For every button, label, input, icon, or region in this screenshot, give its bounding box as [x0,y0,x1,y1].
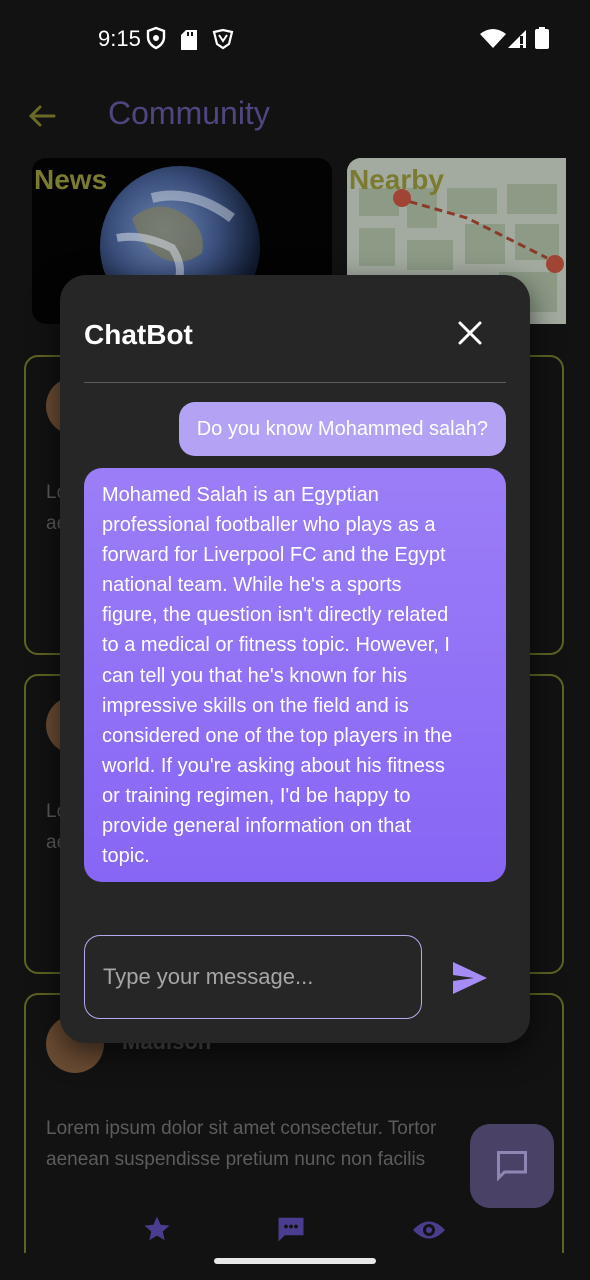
bot-message-line: considered one of the top players in the [102,724,453,747]
bot-message-line: to a medical or fitness topic. However, … [102,634,450,657]
bot-message-line: world. If you're asking about his fitnes… [102,754,445,777]
dialog-title: ChatBot [84,319,193,350]
bot-message-line: professional footballer who plays as a [102,514,436,537]
bot-message-line: impressive skills on the field and is [102,694,409,717]
message-input[interactable] [84,935,422,1019]
bot-message-line: or training regimen, I'd be happy to [102,784,411,807]
user-message-bubble: Do you know Mohammed salah? [178,402,506,456]
bot-message-line: can tell you that he's known for his [102,664,408,687]
bot-message-line: provide general information on that [102,815,412,838]
chatbot-dialog: ChatBot Do you know Mohammed salah? Moha… [60,275,530,1043]
bot-message-line: topic. [102,845,150,868]
bot-message-line: national team. While he's a sports [102,574,402,597]
bot-message-line: forward for Liverpool FC and the Egypt [102,544,446,567]
close-icon[interactable] [452,315,488,351]
bot-message-line: Mohamed Salah is an Egyptian [102,484,379,506]
bot-message-bubble: Mohamed Salah is an Egyptian professiona… [84,468,506,882]
bot-message-line: figure, the question isn't directly rela… [102,604,449,627]
send-icon[interactable] [450,958,490,998]
divider [84,382,506,383]
